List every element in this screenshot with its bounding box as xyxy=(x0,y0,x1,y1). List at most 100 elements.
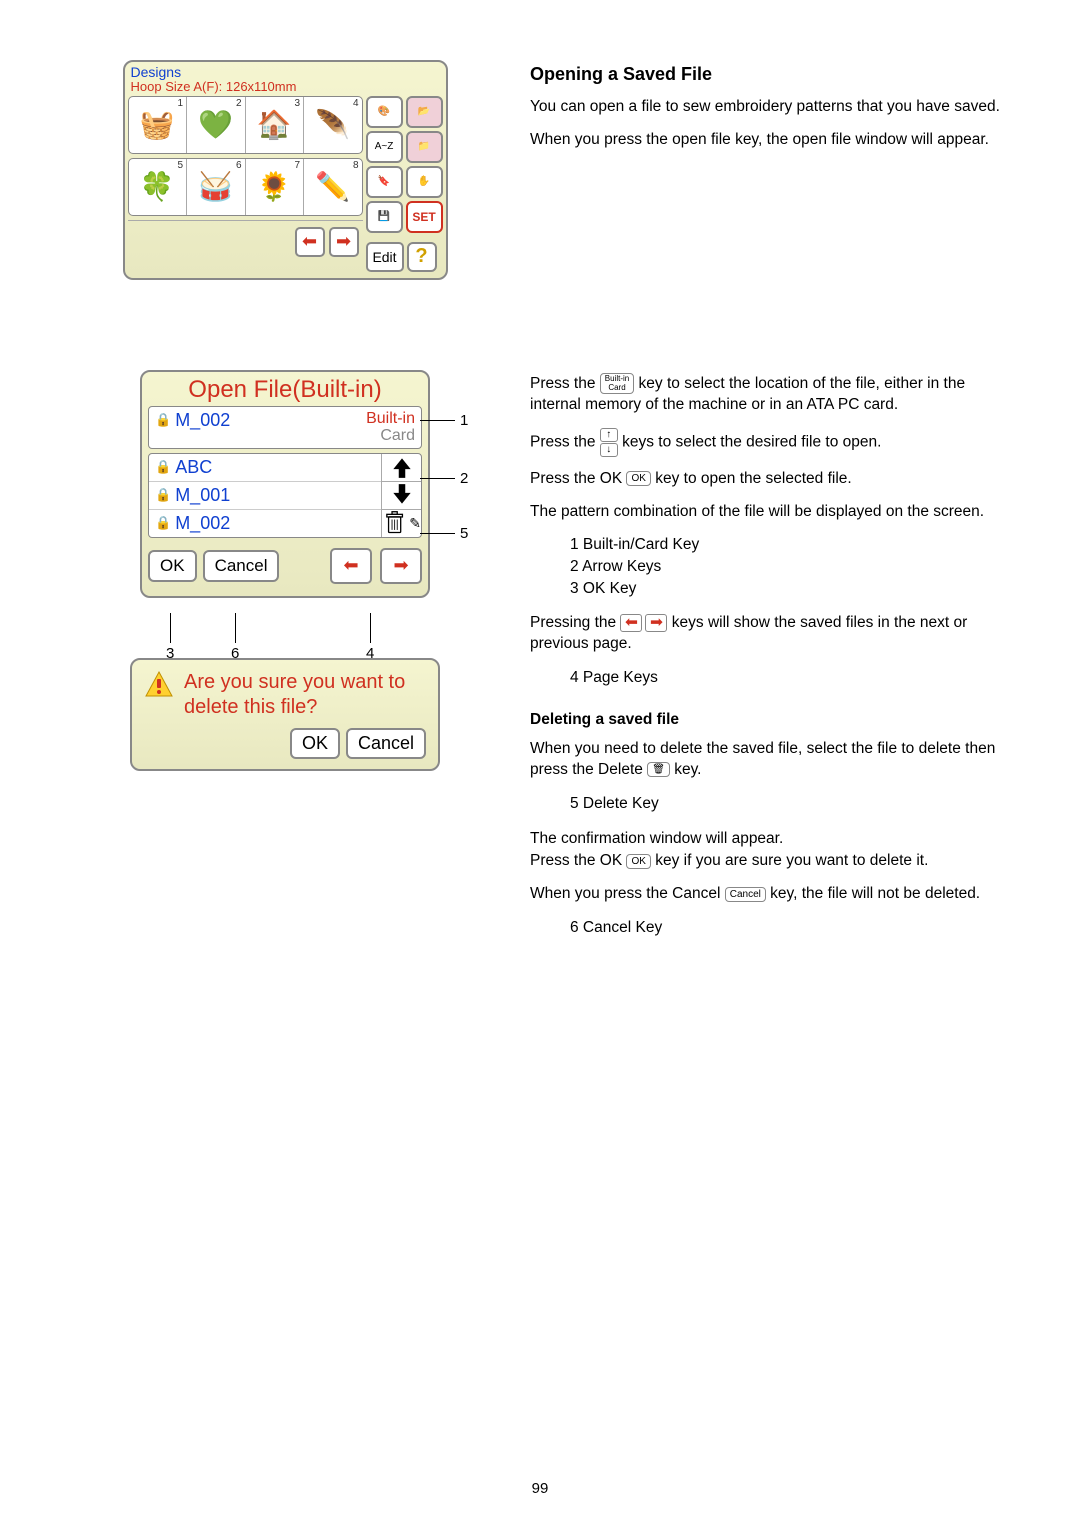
heart-icon: 💚 xyxy=(198,111,233,139)
key-list: 4 Page Keys xyxy=(570,667,1000,689)
edit-button[interactable]: Edit xyxy=(366,242,404,272)
trash-icon xyxy=(382,510,407,536)
designs-title: Designs xyxy=(131,65,297,80)
arrow-down-button[interactable] xyxy=(382,482,421,510)
question-icon: ? xyxy=(415,245,427,268)
callout-2: 2 xyxy=(460,470,468,487)
sub-heading: Deleting a saved file xyxy=(530,711,1000,729)
right-column: Opening a Saved File You can open a file… xyxy=(530,60,1000,953)
right-rail: 🎨 📂 A~Z 📁 🔖 ✋ 💾 SET xyxy=(366,96,446,278)
design-cell[interactable]: 1🧺 xyxy=(129,97,188,153)
designs-grid: 1🧺 2💚 3🏠 4🪶 5🍀 6🥁 7🌻 8✏️ ⬅ ➡ xyxy=(125,96,366,278)
lock-icon: 🔒 xyxy=(155,459,171,475)
confirm-ok-button[interactable]: OK xyxy=(290,728,340,759)
warning-icon xyxy=(144,670,174,700)
designs-panel: Designs Hoop Size A(F): 126x110mm 1🧺 2💚 … xyxy=(123,60,448,280)
design-cell[interactable]: 8✏️ xyxy=(304,159,362,215)
az-button[interactable]: A~Z xyxy=(366,131,403,163)
cancel-key-icon: Cancel xyxy=(725,887,766,902)
page-prev-button[interactable]: ⬅ xyxy=(295,227,325,257)
callout-1: 1 xyxy=(460,412,468,429)
open-file-panel: Open File(Built-in) 🔒M_002 Built-in Card… xyxy=(140,370,430,598)
open-file-wrapper: Open File(Built-in) 🔒M_002 Built-in Card… xyxy=(140,370,430,598)
builtin-card-toggle[interactable]: Built-in Card xyxy=(366,410,415,445)
callout-4: 4 xyxy=(366,645,374,662)
clover-icon: 🍀 xyxy=(140,173,175,201)
save-file-button[interactable]: 📁 xyxy=(406,131,443,163)
ok-key-icon: OK xyxy=(626,854,650,869)
para: Press the ↑↓ keys to select the desired … xyxy=(530,428,1000,457)
lock-icon: 🔒 xyxy=(155,487,171,503)
file-item[interactable]: 🔒M_002 xyxy=(149,510,381,537)
set-button[interactable]: SET xyxy=(406,201,443,233)
para: Pressing the ⬅ ➡ keys will show the save… xyxy=(530,613,1000,655)
edit-pencil-icon: ✎ xyxy=(409,515,421,532)
arrow-left-icon: ⬅ xyxy=(302,231,317,252)
confirm-dialog: Are you sure you want to delete this fil… xyxy=(130,658,440,771)
designs-title-block: Designs Hoop Size A(F): 126x110mm xyxy=(131,65,297,95)
lock-icon: 🔒 xyxy=(155,515,171,531)
tag-button[interactable]: 🔖 xyxy=(366,166,403,198)
palette-icon: 🎨 xyxy=(378,106,390,117)
section-title: Opening a Saved File xyxy=(530,64,1000,85)
para: You can open a file to sew embroidery pa… xyxy=(530,97,1000,118)
design-cell[interactable]: 4🪶 xyxy=(304,97,362,153)
para: When you press the Cancel Cancel key, th… xyxy=(530,884,1000,905)
para: The pattern combination of the file will… xyxy=(530,502,1000,523)
tag-icon: 🔖 xyxy=(378,176,390,187)
file-item[interactable]: 🔒M_001 xyxy=(149,482,381,510)
design-cell[interactable]: 5🍀 xyxy=(129,159,188,215)
ok-key-icon: OK xyxy=(626,471,650,486)
help-button[interactable]: ? xyxy=(407,242,437,272)
arrow-left-icon: ⬅ xyxy=(343,555,358,576)
basket-icon: 🧺 xyxy=(140,111,175,139)
callout-3: 3 xyxy=(166,645,174,662)
file-list: 🔒ABC 🔒M_001 🔒M_002 xyxy=(148,453,422,538)
para: When you need to delete the saved file, … xyxy=(530,739,1000,781)
pencil-icon: ✏️ xyxy=(315,173,350,201)
para: Press the OK OK key to open the selected… xyxy=(530,469,1000,490)
left-column: Designs Hoop Size A(F): 126x110mm 1🧺 2💚 … xyxy=(100,60,470,953)
color-button[interactable]: 🎨 xyxy=(366,96,403,128)
cancel-button[interactable]: Cancel xyxy=(203,550,280,582)
design-cell[interactable]: 7🌻 xyxy=(246,159,305,215)
delete-button[interactable]: ✎ xyxy=(382,510,421,537)
feather-icon: 🪶 xyxy=(315,111,350,139)
para: When you press the open file key, the op… xyxy=(530,130,1000,151)
open-file-button[interactable]: 📂 xyxy=(406,96,443,128)
hand-button[interactable]: ✋ xyxy=(406,166,443,198)
drum-icon: 🥁 xyxy=(198,173,233,201)
arrow-up-button[interactable] xyxy=(382,454,421,482)
design-cell[interactable]: 2💚 xyxy=(187,97,246,153)
arrow-down-icon xyxy=(389,482,415,508)
page-next-button[interactable]: ➡ xyxy=(380,548,422,584)
arrow-right-icon: ➡ xyxy=(393,555,408,576)
design-cell[interactable]: 3🏠 xyxy=(246,97,305,153)
selected-file-row: 🔒M_002 Built-in Card xyxy=(148,406,422,449)
builtin-card-key-icon: Built-inCard xyxy=(600,373,634,395)
page-prev-button[interactable]: ⬅ xyxy=(330,548,372,584)
card-button[interactable]: 💾 xyxy=(366,201,403,233)
para: The confirmation window will appear. xyxy=(530,829,1000,850)
folder-icon: 📁 xyxy=(418,141,430,152)
para: Press the OK OK key if you are sure you … xyxy=(530,851,1000,872)
lock-icon: 🔒 xyxy=(155,412,171,428)
page-number: 99 xyxy=(0,1480,1080,1497)
hoop-size: Hoop Size A(F): 126x110mm xyxy=(131,80,297,94)
arrow-up-icon xyxy=(389,454,415,480)
card-icon: 💾 xyxy=(378,211,390,222)
page-next-button[interactable]: ➡ xyxy=(329,227,359,257)
confirm-cancel-button[interactable]: Cancel xyxy=(346,728,426,759)
file-item[interactable]: 🔒ABC xyxy=(149,454,381,482)
delete-key-icon: 🗑 xyxy=(647,762,670,777)
flower-icon: 🌻 xyxy=(257,173,292,201)
design-cell[interactable]: 6🥁 xyxy=(187,159,246,215)
callout-5: 5 xyxy=(460,525,468,542)
key-list: 5 Delete Key xyxy=(570,793,1000,815)
callout-6: 6 xyxy=(231,645,239,662)
folder-open-icon: 📂 xyxy=(418,106,430,117)
arrow-right-icon: ➡ xyxy=(336,231,351,252)
open-file-title: Open File(Built-in) xyxy=(142,372,428,406)
ok-button[interactable]: OK xyxy=(148,550,197,582)
selected-file-name: 🔒M_002 xyxy=(155,410,230,431)
